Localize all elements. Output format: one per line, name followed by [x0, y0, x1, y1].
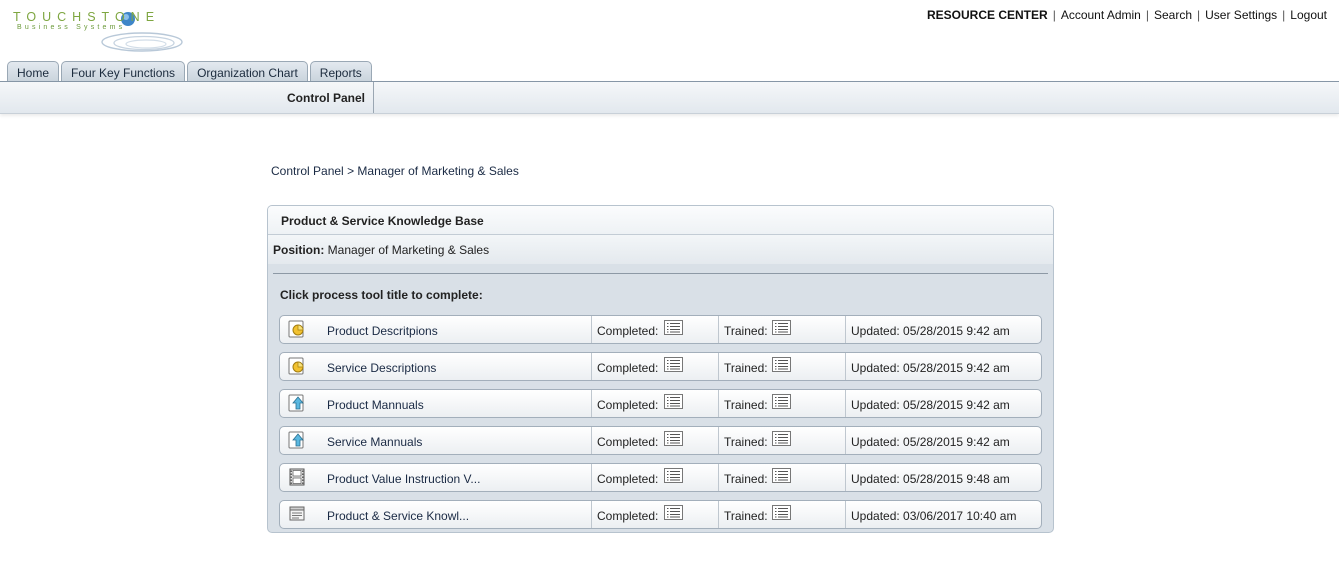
completed-label: Completed:	[597, 398, 659, 412]
completed-cell: Completed:	[591, 353, 717, 380]
position-row: Position: Manager of Marketing & Sales	[268, 235, 1053, 264]
upload-arrow-icon	[288, 431, 304, 449]
process-tool-row: Service Mannuals Completed: Trained: Upd…	[279, 426, 1042, 455]
process-tool-list: Product Descritpions Completed: Trained:…	[279, 315, 1042, 532]
process-tool-row: Product Descritpions Completed: Trained:…	[279, 315, 1042, 344]
list-document-icon[interactable]	[664, 357, 683, 372]
updated-timestamp: Updated: 05/28/2015 9:42 am	[845, 390, 1010, 417]
panel-title: Product & Service Knowledge Base	[268, 206, 1053, 235]
process-tool-row: Product Mannuals Completed: Trained: Upd…	[279, 389, 1042, 418]
resource-center-link[interactable]: RESOURCE CENTER	[927, 8, 1048, 22]
logo-subtitle: Business Systems	[17, 24, 126, 31]
process-tool-title[interactable]: Product Value Instruction V...	[327, 464, 480, 491]
trained-label: Trained:	[724, 509, 768, 523]
pie-chart-icon	[288, 320, 304, 338]
trained-cell: Trained:	[718, 427, 844, 454]
list-document-icon[interactable]	[772, 394, 791, 409]
list-document-icon[interactable]	[772, 357, 791, 372]
process-tool-row: Service Descriptions Completed: Trained:…	[279, 352, 1042, 381]
trained-label: Trained:	[724, 472, 768, 486]
completed-cell: Completed:	[591, 464, 717, 491]
completed-cell: Completed:	[591, 390, 717, 417]
logo-title: TOUCHSTONE	[13, 10, 161, 24]
separator: |	[1052, 8, 1056, 22]
completed-cell: Completed:	[591, 501, 717, 528]
completed-label: Completed:	[597, 509, 659, 523]
film-strip-icon	[289, 468, 305, 486]
trained-cell: Trained:	[718, 353, 844, 380]
trained-label: Trained:	[724, 324, 768, 338]
tab-organization-chart[interactable]: Organization Chart	[187, 61, 308, 82]
form-document-icon	[289, 506, 305, 521]
trained-cell: Trained:	[718, 390, 844, 417]
list-document-icon[interactable]	[772, 505, 791, 520]
knowledge-base-panel: Product & Service Knowledge Base Positio…	[267, 205, 1054, 533]
separator: |	[1197, 8, 1201, 22]
trained-cell: Trained:	[718, 316, 844, 343]
process-tool-row: Product Value Instruction V... Completed…	[279, 463, 1042, 492]
separator: |	[1145, 8, 1149, 22]
list-document-icon[interactable]	[664, 468, 683, 483]
updated-timestamp: Updated: 05/28/2015 9:48 am	[845, 464, 1010, 491]
breadcrumb: Control Panel > Manager of Marketing & S…	[271, 164, 519, 178]
completed-cell: Completed:	[591, 316, 717, 343]
process-tool-title[interactable]: Service Descriptions	[327, 353, 436, 380]
account-admin-link[interactable]: Account Admin	[1061, 8, 1141, 22]
separator: |	[1282, 8, 1286, 22]
process-tool-title[interactable]: Product & Service Knowl...	[327, 501, 469, 528]
breadcrumb-separator: >	[347, 164, 355, 178]
trained-cell: Trained:	[718, 464, 844, 491]
list-document-icon[interactable]	[772, 320, 791, 335]
top-links: RESOURCE CENTER | Account Admin | Search | Use…	[927, 8, 1327, 22]
completed-label: Completed:	[597, 324, 659, 338]
upload-arrow-icon	[288, 394, 304, 412]
updated-timestamp: Updated: 03/06/2017 10:40 am	[845, 501, 1016, 528]
trained-label: Trained:	[724, 361, 768, 375]
position-value: Manager of Marketing & Sales	[327, 243, 490, 257]
completed-cell: Completed:	[591, 427, 717, 454]
completed-label: Completed:	[597, 472, 659, 486]
completed-label: Completed:	[597, 435, 659, 449]
process-tool-row: Product & Service Knowl... Completed: Tr…	[279, 500, 1042, 529]
updated-timestamp: Updated: 05/28/2015 9:42 am	[845, 316, 1010, 343]
updated-timestamp: Updated: 05/28/2015 9:42 am	[845, 353, 1010, 380]
completed-label: Completed:	[597, 361, 659, 375]
subnav-control-panel[interactable]: Control Panel	[281, 82, 375, 113]
list-document-icon[interactable]	[772, 431, 791, 446]
breadcrumb-control-panel[interactable]: Control Panel	[271, 164, 344, 178]
position-label: Position:	[273, 243, 325, 257]
list-document-icon[interactable]	[664, 431, 683, 446]
process-tool-title[interactable]: Product Mannuals	[327, 390, 424, 417]
sub-navigation: Control Panel	[0, 81, 1339, 114]
tab-home[interactable]: Home	[7, 61, 60, 82]
tab-reports[interactable]: Reports	[309, 61, 372, 82]
touchstone-logo[interactable]: TOUCHSTONE Business Systems	[12, 8, 187, 52]
breadcrumb-current[interactable]: Manager of Marketing & Sales	[357, 164, 518, 178]
updated-timestamp: Updated: 05/28/2015 9:42 am	[845, 427, 1010, 454]
list-document-icon[interactable]	[772, 468, 791, 483]
pie-chart-icon	[288, 357, 304, 375]
user-settings-link[interactable]: User Settings	[1205, 8, 1277, 22]
trained-label: Trained:	[724, 398, 768, 412]
trained-label: Trained:	[724, 435, 768, 449]
trained-cell: Trained:	[718, 501, 844, 528]
list-document-icon[interactable]	[664, 505, 683, 520]
instruction-text: Click process tool title to complete:	[280, 288, 483, 302]
main-tabs: Home Four Key Functions Organization Cha…	[7, 61, 374, 82]
tab-four-key-functions[interactable]: Four Key Functions	[61, 61, 186, 82]
process-tool-title[interactable]: Service Mannuals	[327, 427, 422, 454]
list-document-icon[interactable]	[664, 320, 683, 335]
logout-link[interactable]: Logout	[1290, 8, 1327, 22]
list-document-icon[interactable]	[664, 394, 683, 409]
process-tool-title[interactable]: Product Descritpions	[327, 316, 438, 343]
search-link[interactable]: Search	[1154, 8, 1192, 22]
